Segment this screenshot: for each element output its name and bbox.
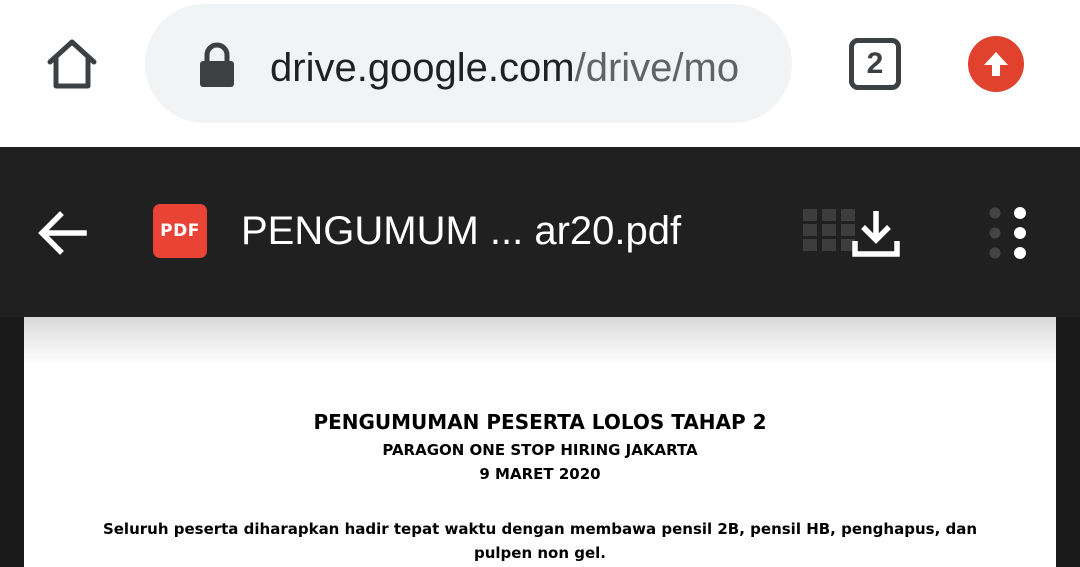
page-top-shadow: [24, 317, 1056, 365]
home-icon: [47, 39, 97, 89]
document-title: PENGUMUMAN PESERTA LOLOS TAHAP 2: [313, 410, 767, 434]
back-button[interactable]: [32, 203, 92, 263]
download-button[interactable]: [848, 205, 904, 261]
document-date: 9 MARET 2020: [479, 465, 601, 483]
update-button[interactable]: [968, 36, 1024, 92]
home-button[interactable]: [38, 30, 106, 98]
browser-toolbar: drive.google.com/drive/mo 2: [0, 0, 1080, 147]
pdf-viewer-toolbar: PDF PENGUMUM ... ar20.pdf: [0, 147, 1080, 317]
pdf-file-icon: PDF: [153, 204, 207, 258]
document-body-text: Seluruh peserta diharapkan hadir tepat w…: [102, 520, 978, 562]
file-title: PENGUMUM ... ar20.pdf: [241, 209, 682, 253]
more-vertical-icon[interactable]: [985, 205, 1035, 261]
url-text[interactable]: drive.google.com/drive/mo: [270, 40, 765, 96]
download-icon: [852, 211, 900, 257]
pdf-page[interactable]: PENGUMUMAN PESERTA LOLOS TAHAP 2 PARAGON…: [24, 317, 1056, 567]
address-bar[interactable]: drive.google.com/drive/mo: [145, 4, 792, 123]
tab-switcher-button[interactable]: 2: [847, 36, 903, 92]
url-path: /drive/mo: [574, 46, 740, 90]
document-subtitle: PARAGON ONE STOP HIRING JAKARTA: [382, 441, 698, 459]
update-arrow-icon: [984, 52, 1008, 76]
lock-icon: [200, 42, 234, 87]
arrow-left-icon: [38, 211, 87, 255]
url-domain: drive.google.com: [270, 46, 575, 90]
tab-count: 2: [849, 38, 901, 90]
